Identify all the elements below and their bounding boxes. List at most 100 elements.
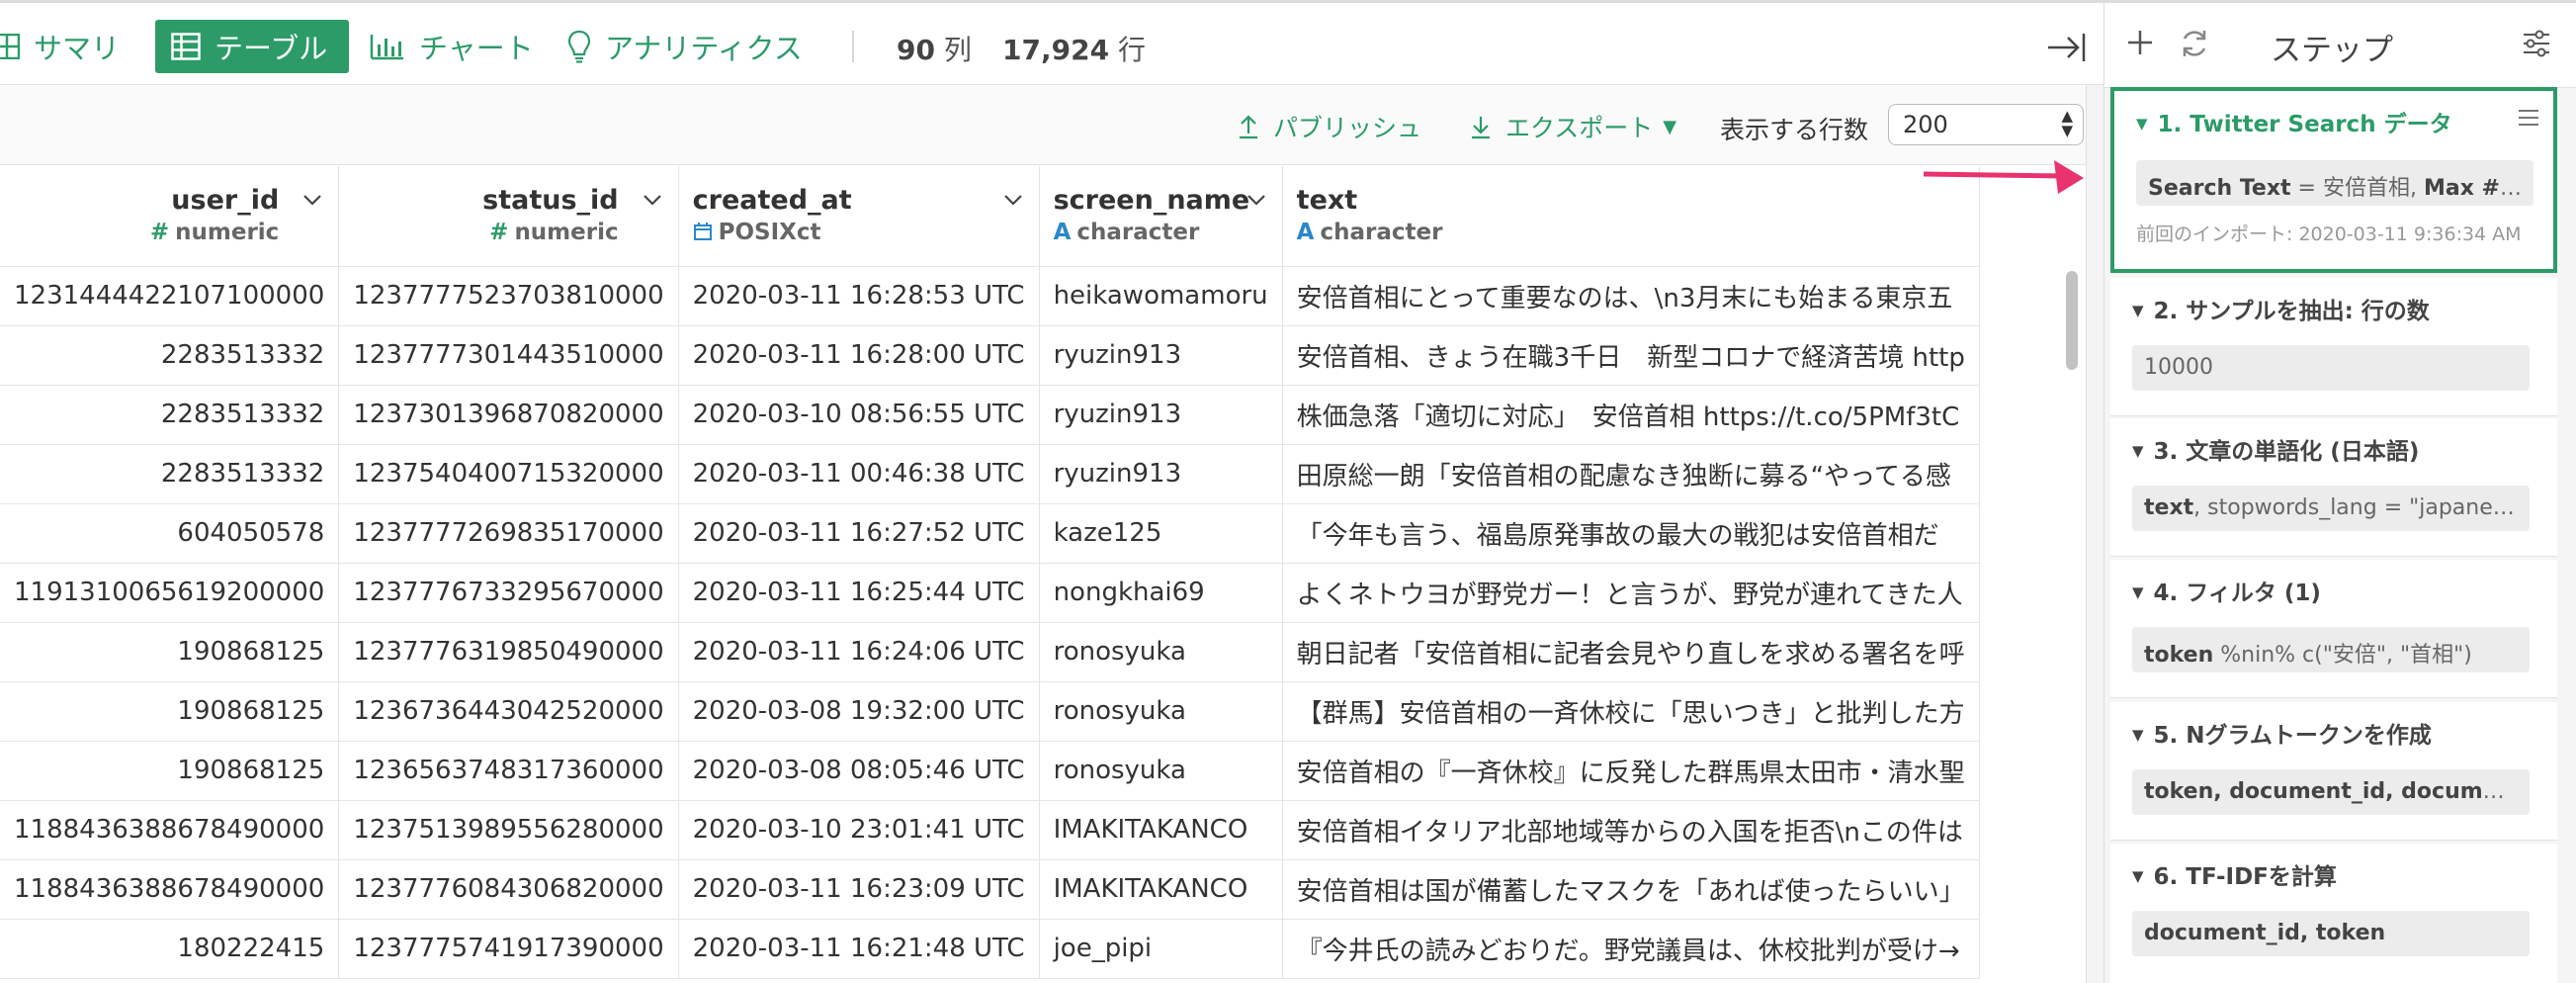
step-2-sample[interactable]: ▼ 2. サンプルを抽出: 行の数 10000 <box>2110 278 2557 416</box>
table-row[interactable]: 2283513332 1237301396870820000 2020-03-10 … <box>0 385 1980 445</box>
table-row[interactable]: 190868125 1236563748317360000 2020-03-08 0… <box>0 741 1980 801</box>
table-cell-text[interactable]: 田原総一朗「安倍首相の配慮なき独断に募る“やってる感 <box>1282 444 1980 504</box>
table-cell-status-id[interactable]: 1237776084306820000 <box>338 859 679 920</box>
table-cell-status-id[interactable]: 1236563748317360000 <box>338 741 679 801</box>
table-cell-status-id[interactable]: 1237540400715320000 <box>338 444 679 504</box>
column-header-user-id[interactable]: user_id # numeric <box>0 166 340 267</box>
collapse-triangle-icon[interactable]: ▼ <box>2132 302 2144 319</box>
tab-summary[interactable]: サマリ <box>0 20 120 73</box>
step-4-filter[interactable]: ▼ 4. フィルタ (1) token %nin% c("安倍", "首相") <box>2110 560 2557 698</box>
collapse-triangle-icon[interactable]: ▼ <box>2136 115 2148 133</box>
collapse-triangle-icon[interactable]: ▼ <box>2132 867 2144 885</box>
table-cell-screen-name[interactable]: ryuzin913 <box>1039 444 1283 504</box>
add-step-icon[interactable] <box>2124 27 2156 62</box>
collapse-panel-icon[interactable] <box>2046 31 2088 68</box>
table-cell-user-id[interactable]: 1188436388678490000 <box>0 800 340 860</box>
table-cell-user-id[interactable]: 1188436388678490000 <box>0 859 340 920</box>
publish-button[interactable]: パブリッシュ <box>1238 109 1421 144</box>
refresh-icon[interactable] <box>2178 27 2211 64</box>
table-cell-user-id[interactable]: 2283513332 <box>0 444 340 504</box>
table-cell-screen-name[interactable]: heikawomamoru <box>1039 266 1283 326</box>
table-cell-status-id[interactable]: 1237777301443510000 <box>338 325 679 386</box>
table-cell-text[interactable]: 『今井氏の読みどおりだ。野党議員は、休校批判が受け→ <box>1282 919 1980 979</box>
table-cell-text[interactable]: 安倍首相は国が備蓄したマスクを「あれば使ったらいい」 <box>1282 859 1980 920</box>
table-cell-status-id[interactable]: 1237776733295670000 <box>338 563 679 623</box>
tab-analytics[interactable]: アナリティクス <box>567 20 803 73</box>
table-cell-created-at[interactable]: 2020-03-08 08:05:46 UTC <box>678 741 1040 801</box>
table-cell-screen-name[interactable]: ryuzin913 <box>1039 325 1283 386</box>
collapse-triangle-icon[interactable]: ▼ <box>2132 726 2144 744</box>
table-scrollbar-track[interactable] <box>2086 85 2104 983</box>
table-cell-created-at[interactable]: 2020-03-11 16:28:53 UTC <box>678 266 1040 326</box>
table-cell-screen-name[interactable]: joe_pipi <box>1039 919 1283 979</box>
table-cell-status-id[interactable]: 1236736443042520000 <box>338 681 679 742</box>
table-cell-created-at[interactable]: 2020-03-08 19:32:00 UTC <box>678 681 1040 742</box>
table-cell-user-id[interactable]: 190868125 <box>0 741 340 801</box>
table-cell-text[interactable]: 安倍首相にとって重要なのは、\n3月末にも始まる東京五 <box>1282 266 1980 326</box>
table-cell-created-at[interactable]: 2020-03-11 16:27:52 UTC <box>678 503 1040 564</box>
table-cell-created-at[interactable]: 2020-03-11 16:21:48 UTC <box>678 919 1040 979</box>
table-scrollbar-thumb[interactable] <box>2066 271 2078 370</box>
table-cell-user-id[interactable]: 604050578 <box>0 503 340 564</box>
table-row[interactable]: 2283513332 1237777301443510000 2020-03-11 … <box>0 325 1980 386</box>
table-cell-text[interactable]: よくネトウヨが野党ガー！と言うが、野党が連れてきた人 <box>1282 563 1980 623</box>
table-cell-created-at[interactable]: 2020-03-11 16:23:09 UTC <box>678 859 1040 920</box>
table-cell-screen-name[interactable]: ronosyuka <box>1039 681 1283 742</box>
table-row[interactable]: 1191310065619200000 1237776733295670000 20… <box>0 563 1980 623</box>
table-cell-status-id[interactable]: 1237777269835170000 <box>338 503 679 564</box>
table-row[interactable]: 1231444422107100000 1237777523703810000 20… <box>0 266 1980 326</box>
table-cell-text[interactable]: 安倍首相イタリア北部地域等からの入国を拒否\nこの件は <box>1282 800 1980 860</box>
table-cell-text[interactable]: 安倍首相の『一斉休校』に反発した群馬県太田市・清水聖 <box>1282 741 1980 801</box>
table-cell-screen-name[interactable]: nongkhai69 <box>1039 563 1283 623</box>
table-cell-user-id[interactable]: 2283513332 <box>0 325 340 386</box>
table-cell-created-at[interactable]: 2020-03-11 16:28:00 UTC <box>678 325 1040 386</box>
table-cell-user-id[interactable]: 1191310065619200000 <box>0 563 340 623</box>
table-row[interactable]: 190868125 1237776319850490000 2020-03-11 1… <box>0 622 1980 682</box>
table-row[interactable]: 190868125 1236736443042520000 2020-03-08 1… <box>0 681 1980 742</box>
table-cell-status-id[interactable]: 1237775741917390000 <box>338 919 679 979</box>
table-cell-screen-name[interactable]: IMAKITAKANCO <box>1039 859 1283 920</box>
table-row[interactable]: 2283513332 1237540400715320000 2020-03-11 … <box>0 444 1980 504</box>
table-row[interactable]: 1188436388678490000 1237513989556280000 20… <box>0 800 1980 860</box>
collapse-triangle-icon[interactable]: ▼ <box>2132 583 2144 601</box>
tab-chart[interactable]: チャート <box>370 20 534 73</box>
column-header-created-at[interactable]: created_at POSIXct <box>678 166 1040 267</box>
table-cell-user-id[interactable]: 190868125 <box>0 681 340 742</box>
table-cell-text[interactable]: 安倍首相、きょう在職3千日 新型コロナで経済苦境 http <box>1282 325 1980 386</box>
table-row[interactable]: 1188436388678490000 1237776084306820000 20… <box>0 859 1980 920</box>
table-cell-created-at[interactable]: 2020-03-10 23:01:41 UTC <box>678 800 1040 860</box>
table-row[interactable]: 604050578 1237777269835170000 2020-03-11 1… <box>0 503 1980 564</box>
collapse-triangle-icon[interactable]: ▼ <box>2132 442 2144 460</box>
step-5-ngram[interactable]: ▼ 5. Nグラムトークンを作成 token, document_id, docu… <box>2110 702 2557 841</box>
rows-to-show-select[interactable]: 200 ▲ ▼ <box>1888 104 2084 145</box>
hamburger-menu-icon[interactable] <box>2518 109 2539 131</box>
table-cell-text[interactable]: 「今年も言う、福島原発事故の最大の戦犯は安倍首相だ <box>1282 503 1980 564</box>
step-1-twitter-search[interactable]: ▼ 1. Twitter Search データ Search Text = 安倍首… <box>2110 87 2557 273</box>
table-cell-user-id[interactable]: 1231444422107100000 <box>0 266 340 326</box>
chevron-down-icon[interactable] <box>1246 192 1266 211</box>
step-6-tfidf[interactable]: ▼ 6. TF-IDFを計算 document_id, token <box>2110 844 2557 983</box>
column-header-status-id[interactable]: status_id # numeric <box>338 166 679 267</box>
table-cell-text[interactable]: 株価急落「適切に対応」 安倍首相 https://t.co/5PMf3tC <box>1282 385 1980 445</box>
table-cell-text[interactable]: 朝日記者「安倍首相に記者会見やり直しを求める署名を呼 <box>1282 622 1980 682</box>
settings-sliders-icon[interactable] <box>2522 29 2551 62</box>
table-row[interactable]: 180222415 1237775741917390000 2020-03-11 1… <box>0 919 1980 979</box>
table-cell-status-id[interactable]: 1237513989556280000 <box>338 800 679 860</box>
table-cell-screen-name[interactable]: ryuzin913 <box>1039 385 1283 445</box>
table-cell-created-at[interactable]: 2020-03-11 16:25:44 UTC <box>678 563 1040 623</box>
chevron-down-icon[interactable] <box>1003 192 1023 211</box>
table-cell-screen-name[interactable]: IMAKITAKANCO <box>1039 800 1283 860</box>
table-cell-status-id[interactable]: 1237777523703810000 <box>338 266 679 326</box>
chevron-down-icon[interactable] <box>643 192 662 211</box>
chevron-down-icon[interactable] <box>302 192 322 211</box>
column-header-screen-name[interactable]: screen_name Acharacter <box>1039 166 1283 267</box>
table-cell-created-at[interactable]: 2020-03-11 16:24:06 UTC <box>678 622 1040 682</box>
table-cell-text[interactable]: 【群馬】安倍首相の一斉休校に「思いつき」と批判した方 <box>1282 681 1980 742</box>
step-3-tokenize[interactable]: ▼ 3. 文章の単語化 (日本語) text, stopwords_lang = … <box>2110 418 2557 557</box>
column-header-text[interactable]: text Acharacter <box>1282 166 1980 267</box>
table-cell-screen-name[interactable]: kaze125 <box>1039 503 1283 564</box>
table-cell-user-id[interactable]: 190868125 <box>0 622 340 682</box>
table-cell-screen-name[interactable]: ronosyuka <box>1039 741 1283 801</box>
export-button[interactable]: エクスポート ▼ <box>1470 109 1676 144</box>
table-cell-status-id[interactable]: 1237776319850490000 <box>338 622 679 682</box>
